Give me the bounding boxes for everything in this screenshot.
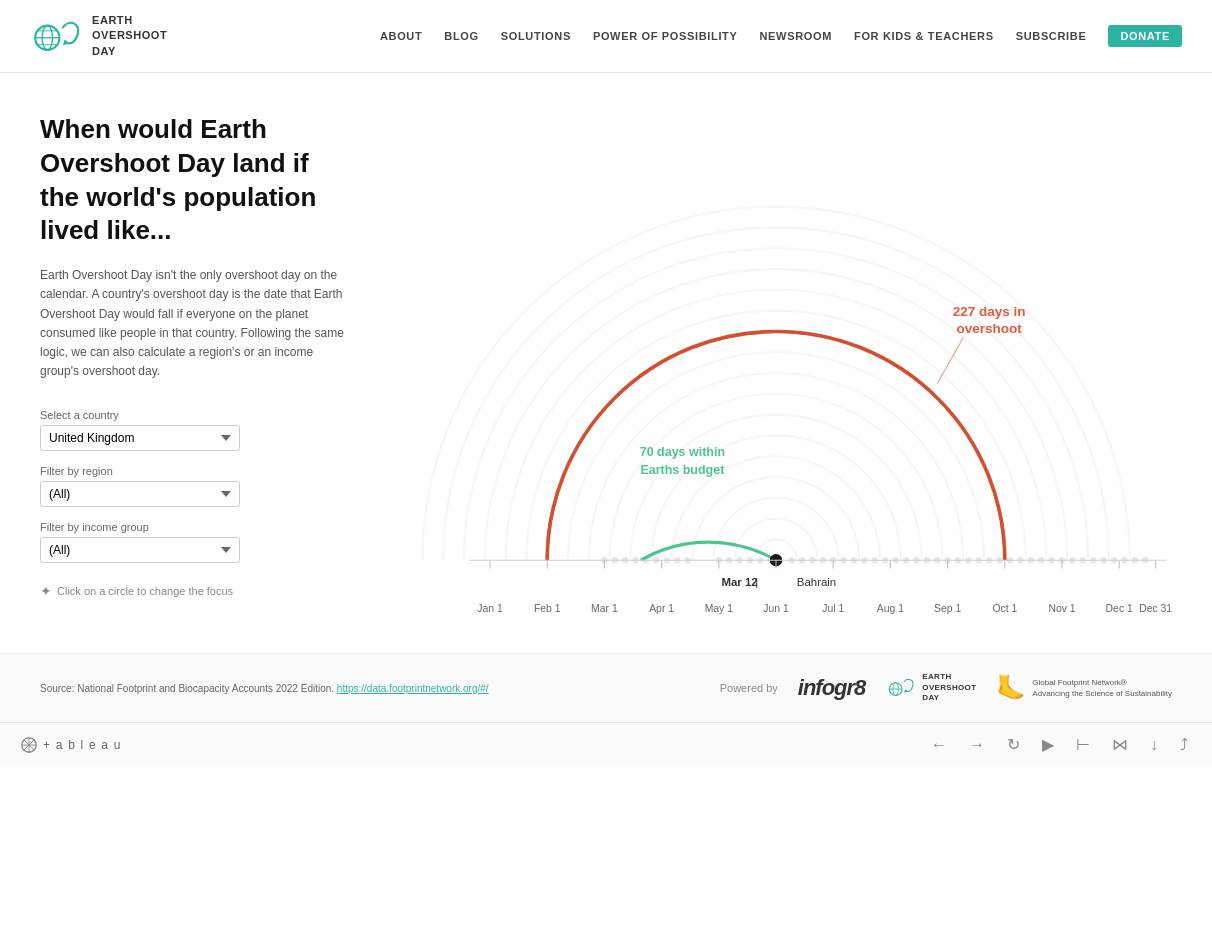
infogr8-logo: infogr8 [798, 675, 866, 701]
main-nav: ABOUT BLOG SOLUTIONS POWER OF POSSIBILIT… [380, 25, 1182, 47]
tableau-back-btn[interactable]: ← [927, 734, 951, 756]
main-title: When would Earth Overshoot Day land if t… [40, 113, 350, 248]
tableau-share-btn[interactable]: ⋈ [1108, 733, 1132, 756]
region-form-group: Filter by region (All) Africa Asia Europ… [40, 465, 350, 507]
svg-text:Dec 31: Dec 31 [1139, 603, 1172, 614]
tableau-download-btn[interactable]: ↓ [1146, 734, 1162, 756]
svg-text:Sep 1: Sep 1 [934, 603, 961, 614]
svg-text:|: | [755, 576, 758, 588]
svg-text:overshoot: overshoot [957, 321, 1023, 336]
region-select[interactable]: (All) Africa Asia Europe Middle East Nor… [40, 481, 240, 507]
click-hint-icon: ✦ [40, 583, 52, 599]
left-panel: When would Earth Overshoot Day land if t… [40, 113, 350, 633]
tableau-icon [20, 736, 38, 754]
tableau-logo: + a b l e a u [20, 736, 122, 754]
svg-text:Mar 12: Mar 12 [721, 576, 757, 588]
powered-footer: Source: National Footprint and Biocapaci… [0, 653, 1212, 722]
svg-text:Bahrain: Bahrain [797, 576, 836, 588]
logo-text: EARTH OVERSHOOT DAY [92, 13, 167, 59]
nav-kids[interactable]: FOR KIDS & TEACHERS [854, 30, 994, 42]
gfn-logo: 🦶 Global Footprint Network®Advancing the… [996, 672, 1172, 703]
nav-blog[interactable]: BLOG [444, 30, 478, 42]
gfn-text: Global Footprint Network®Advancing the S… [1032, 677, 1172, 699]
eod-logo-icon [30, 10, 82, 62]
eod-small-text: EARTH OVERSHOOT DAY [922, 672, 976, 703]
region-label: Filter by region [40, 465, 350, 477]
tableau-reload-btn[interactable]: ↻ [1003, 733, 1024, 756]
nav-power[interactable]: POWER OF POSSIBILITY [593, 30, 738, 42]
tableau-brand: + a b l e a u [43, 738, 122, 752]
tableau-home-btn[interactable]: ⊢ [1072, 733, 1094, 756]
powered-right: Powered by infogr8 EARTH OVERSHOOT DAY [720, 672, 1172, 704]
country-form-group: Select a country United Kingdom Afghanis… [40, 409, 350, 451]
svg-marker-94 [905, 689, 909, 693]
svg-text:Apr 1: Apr 1 [649, 603, 674, 614]
income-label: Filter by income group [40, 521, 350, 533]
svg-text:Feb 1: Feb 1 [534, 603, 561, 614]
powered-by-label: Powered by [720, 682, 778, 694]
source-link[interactable]: https://data.footprintnetwork.org/#/ [337, 683, 489, 694]
svg-marker-5 [63, 39, 69, 45]
tableau-controls: ← → ↻ ▶ ⊢ ⋈ ↓ ⤴ [927, 733, 1192, 756]
svg-text:Mar 1: Mar 1 [591, 603, 618, 614]
svg-text:Jul 1: Jul 1 [822, 603, 844, 614]
svg-text:Aug 1: Aug 1 [877, 603, 904, 614]
main-description: Earth Overshoot Day isn't the only overs… [40, 266, 350, 381]
income-select[interactable]: (All) High income Upper middle income Lo… [40, 537, 240, 563]
nav-donate[interactable]: DONATE [1108, 25, 1182, 47]
source-text: Source: National Footprint and Biocapaci… [40, 681, 489, 696]
tableau-footer: + a b l e a u ← → ↻ ▶ ⊢ ⋈ ↓ ⤴ [0, 722, 1212, 766]
income-form-group: Filter by income group (All) High income… [40, 521, 350, 563]
click-hint: ✦ Click on a circle to change the focus [40, 583, 350, 599]
nav-newsroom[interactable]: NEWSROOM [760, 30, 833, 42]
svg-text:May 1: May 1 [705, 603, 734, 614]
logo-area: EARTH OVERSHOOT DAY [30, 10, 167, 62]
tableau-forward-btn[interactable]: → [965, 734, 989, 756]
nav-about[interactable]: ABOUT [380, 30, 422, 42]
nav-solutions[interactable]: SOLUTIONS [501, 30, 571, 42]
chart-svg: Mar 12 | Bahrain 227 days in overshoot 7… [380, 113, 1172, 633]
svg-text:227 days in: 227 days in [953, 304, 1026, 319]
country-select[interactable]: United Kingdom Afghanistan Albania Austr… [40, 425, 240, 451]
country-label: Select a country [40, 409, 350, 421]
eod-small-icon [885, 672, 917, 704]
svg-text:Jun 1: Jun 1 [763, 603, 789, 614]
site-header: EARTH OVERSHOOT DAY ABOUT BLOG SOLUTIONS… [0, 0, 1212, 73]
svg-text:Earths budget: Earths budget [640, 463, 724, 477]
svg-text:Oct 1: Oct 1 [992, 603, 1017, 614]
svg-text:70 days within: 70 days within [640, 445, 725, 459]
tableau-fullscreen-btn[interactable]: ⤴ [1176, 734, 1192, 756]
main-content: When would Earth Overshoot Day land if t… [0, 73, 1212, 653]
tableau-play-btn[interactable]: ▶ [1038, 733, 1058, 756]
svg-text:Jan 1: Jan 1 [477, 603, 503, 614]
chart-panel[interactable]: Mar 12 | Bahrain 227 days in overshoot 7… [380, 113, 1172, 633]
eod-logo-small: EARTH OVERSHOOT DAY [885, 672, 976, 704]
gfn-footprint-icon: 🦶 [996, 672, 1026, 703]
svg-text:Nov 1: Nov 1 [1048, 603, 1075, 614]
chart-container: Mar 12 | Bahrain 227 days in overshoot 7… [380, 113, 1172, 633]
svg-text:Dec 1: Dec 1 [1106, 603, 1133, 614]
nav-subscribe[interactable]: SUBSCRIBE [1016, 30, 1087, 42]
